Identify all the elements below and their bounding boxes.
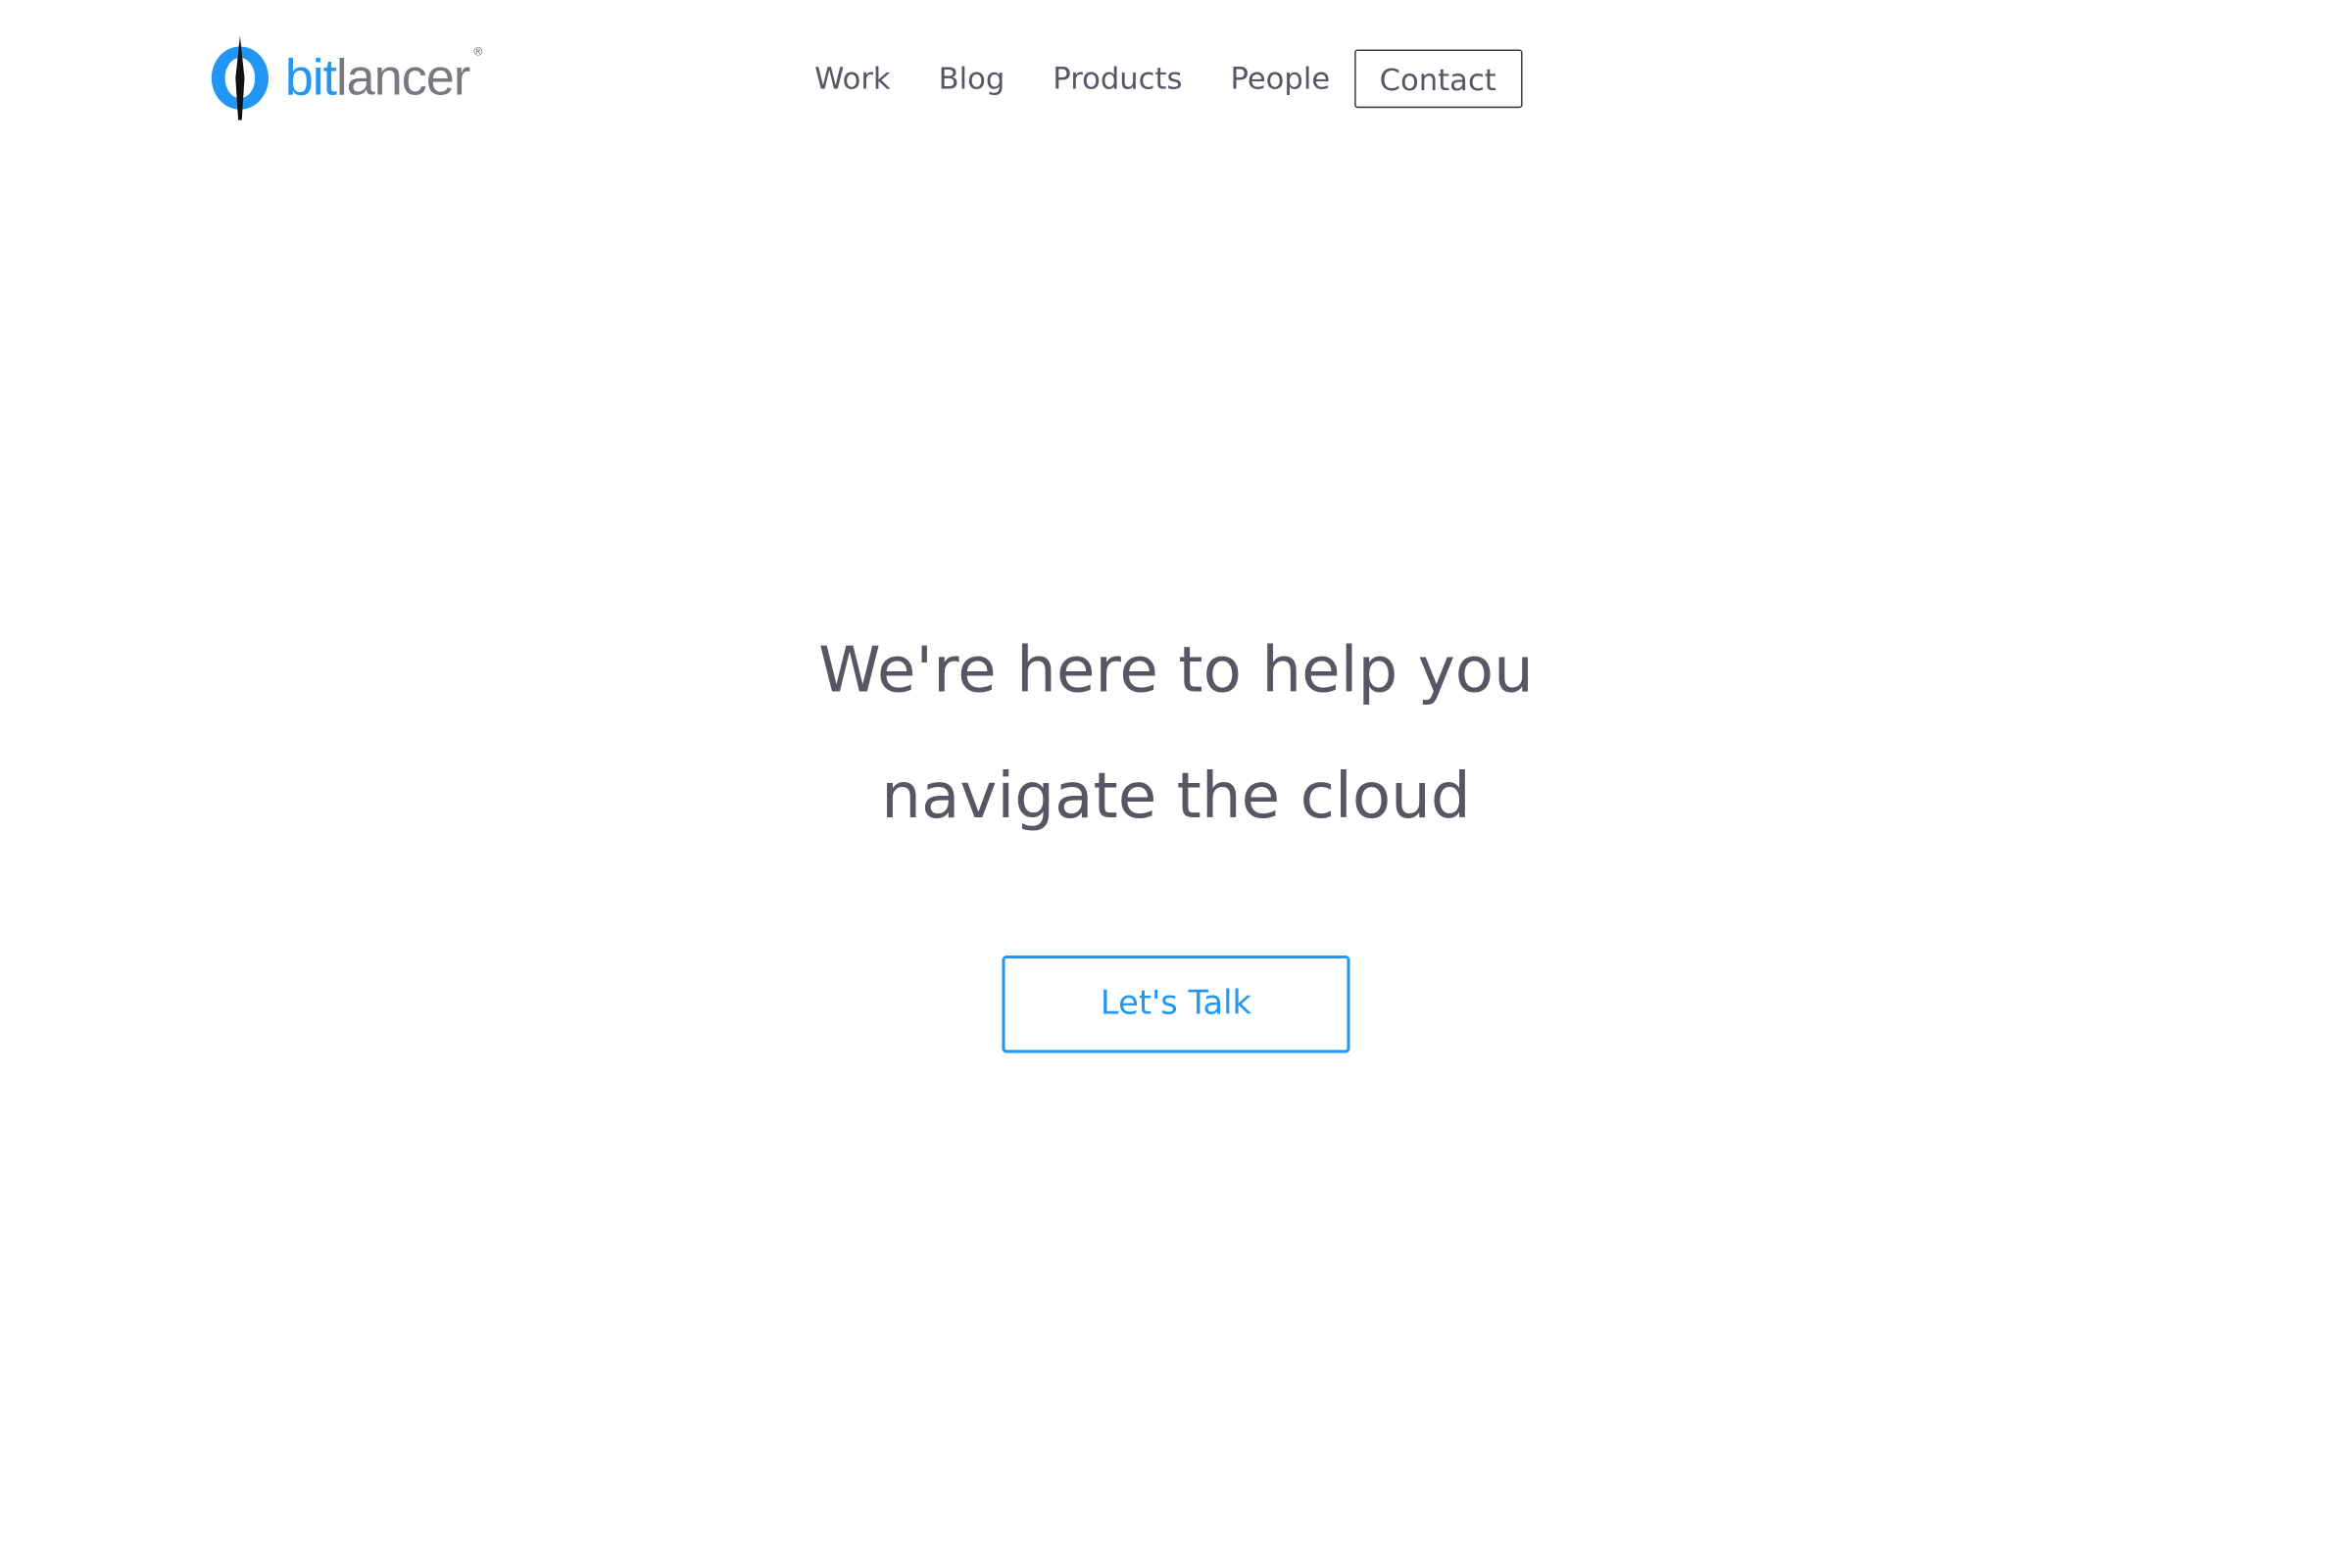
nav-link-products[interactable]: Products xyxy=(1029,46,1206,109)
compass-needle-logo-icon xyxy=(207,33,275,126)
logo-wordmark-lancer: lancer xyxy=(336,49,470,107)
logo-wordmark-bit: bit xyxy=(284,49,337,107)
main-nav: Work Blog Products People Contact xyxy=(791,46,1522,109)
registered-mark: ® xyxy=(473,44,482,59)
nav-link-people[interactable]: People xyxy=(1206,46,1354,109)
nav-link-work[interactable]: Work xyxy=(791,46,915,109)
hero-headline-line-1: We're here to help you xyxy=(818,632,1534,707)
bitlancer-logo[interactable]: bitlancer ® xyxy=(207,33,507,126)
page: bitlancer ® Work Blog Products People Co… xyxy=(0,0,2352,1567)
nav-link-blog[interactable]: Blog xyxy=(914,46,1029,109)
hero-section: We're here to help you navigate the clou… xyxy=(0,608,2352,859)
hero-headline-line-2: navigate the cloud xyxy=(881,759,1471,833)
logo-wordmark: bitlancer ® xyxy=(284,46,483,107)
contact-button[interactable]: Contact xyxy=(1353,48,1522,108)
lets-talk-button[interactable]: Let's Talk xyxy=(1002,955,1350,1054)
